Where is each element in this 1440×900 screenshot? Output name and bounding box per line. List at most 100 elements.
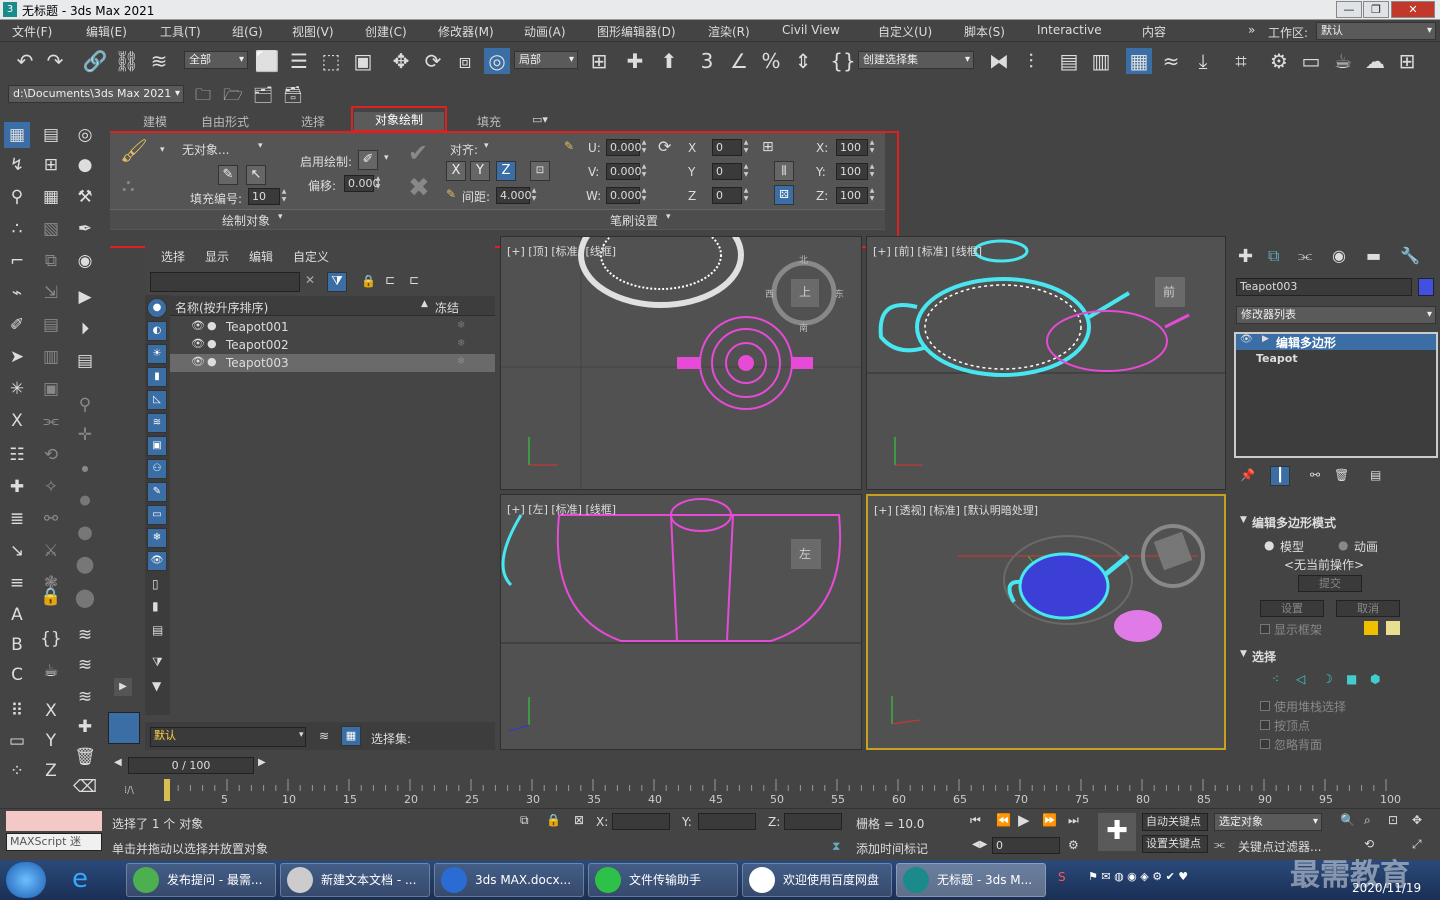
redo-icon[interactable]: ↷ (42, 48, 68, 74)
hierarchy-view-icon[interactable]: ⊏ (385, 273, 395, 287)
radio-animate[interactable]: ● (1338, 538, 1348, 552)
link-tool-icon[interactable]: ↯ (4, 152, 30, 178)
snap-tool-icon[interactable]: ⚲ (4, 184, 30, 210)
eye-icon[interactable]: 👁 (191, 337, 205, 350)
display-panel-icon[interactable]: ▬ (1366, 246, 1381, 265)
bind-spacewarp-icon[interactable]: ≋ (146, 48, 172, 74)
layers-toggle-icon[interactable]: ≋ (319, 729, 329, 743)
taskbar-item-notepad[interactable]: 新建文本文档 - ... (280, 863, 430, 897)
filter-xrefs-icon[interactable]: ⚇ (147, 459, 167, 479)
menu-graph-editors[interactable]: 图形编辑器(D) (597, 23, 676, 40)
chevron-right-icon[interactable]: » (1248, 23, 1255, 37)
curly-braces-icon[interactable]: {} (38, 626, 64, 652)
cage-color-swatch[interactable] (1364, 621, 1378, 635)
project-settings-icon[interactable]: 🗃 (280, 82, 306, 108)
menu-animation[interactable]: 动画(A) (524, 23, 566, 40)
dots-icon[interactable]: ⁘ (4, 758, 30, 784)
toggle-ribbon-icon[interactable]: ▥ (1088, 48, 1114, 74)
filter-bones-icon[interactable]: ✎ (147, 482, 167, 502)
taskbar-item-post[interactable]: 发布提问 - 最需... (126, 863, 276, 897)
clear-search-icon[interactable]: ✕ (305, 273, 315, 287)
freeze-icon[interactable]: ❄ (457, 338, 465, 349)
film-icon[interactable]: ▤ (72, 348, 98, 374)
filter-none-icon[interactable]: ▮ (152, 599, 159, 613)
explorer-search-input[interactable] (150, 272, 300, 292)
project-open-icon[interactable]: 🗁 (220, 82, 246, 108)
show-cage-checkbox[interactable] (1260, 624, 1270, 634)
cursor-tool-icon[interactable]: ➤ (4, 344, 30, 370)
radio-model[interactable]: ● (1264, 538, 1274, 552)
menu-create[interactable]: 创建(C) (365, 23, 407, 40)
pin-stack-icon[interactable]: 📌 (1240, 468, 1255, 482)
create-panel-icon[interactable]: ✚ (1238, 246, 1253, 267)
tray-s-icon[interactable]: S (1058, 870, 1066, 884)
maxscript-input[interactable]: MAXScript 迷 (6, 833, 102, 851)
align-icon[interactable]: ⫶ (1018, 48, 1044, 74)
knife-icon[interactable]: ⚔ (38, 538, 64, 564)
pointer-plus-icon[interactable]: ↘ (4, 538, 30, 564)
cage-selected-color-swatch[interactable] (1386, 621, 1400, 635)
named-selection-dropdown[interactable]: 创建选择集 (858, 51, 974, 69)
teapot001-label[interactable]: Teapot001 (226, 320, 289, 334)
key-filter-icon[interactable]: ⫘ (1214, 837, 1225, 852)
filter-spacewarps-icon[interactable]: ≋ (147, 413, 167, 433)
lock-explorer-icon[interactable]: 🔒 (361, 274, 376, 288)
star-icon[interactable]: ✧ (38, 474, 64, 500)
taskbar-item-word[interactable]: 3ds MAX.docx... (434, 863, 584, 897)
selection-lock-icon[interactable]: 🔒 (546, 813, 561, 827)
tab-modeling[interactable]: 建模 (140, 113, 170, 130)
hierarchy-panel-icon[interactable]: ⫘ (1298, 246, 1312, 266)
render-dot-icon[interactable]: ● (207, 319, 217, 332)
play-animation-icon[interactable]: ▶ (1018, 811, 1030, 829)
render-setup-icon[interactable]: ⚙ (1266, 48, 1292, 74)
motion-panel-icon[interactable]: ◉ (1332, 246, 1346, 265)
stack-remove-icon[interactable]: ⌫ (72, 774, 98, 800)
menu-modifiers[interactable]: 修改器(M) (438, 23, 494, 40)
select-mode-icon[interactable]: ▦ (4, 122, 30, 148)
hierarchy-icon[interactable]: ⊞ (38, 152, 64, 178)
select-object-icon[interactable]: ⬜ (254, 48, 280, 74)
stack-two-icon[interactable]: ≡ (4, 570, 30, 596)
track-bar[interactable]: 5 10 15 20 25 30 35 40 45 50 55 60 65 70 75 80 85 90 95 100 (162, 777, 1440, 807)
set-key-large-icon[interactable]: ✚ (1098, 813, 1136, 851)
table-row[interactable] (170, 354, 495, 372)
trash-icon[interactable]: 🗑 (72, 744, 98, 770)
unlink-icon[interactable]: ⛓ (114, 48, 140, 74)
coord-y-field[interactable] (698, 813, 756, 830)
pan-icon[interactable]: ✥ (1412, 813, 1422, 827)
filter-hidden-icon[interactable]: 👁 (147, 551, 167, 571)
taskbar-item-wechat[interactable]: 文件传输助手 (588, 863, 738, 897)
render-icon[interactable]: ☕ (1330, 48, 1356, 74)
stack-add-icon[interactable]: ✚ (72, 714, 98, 740)
menu-civil-view[interactable]: Civil View (782, 23, 840, 37)
layer-dropdown[interactable]: 默认 (150, 727, 306, 747)
configure-sets-icon[interactable]: ▤ (1370, 468, 1381, 482)
hammer-icon[interactable]: ⚒ (72, 184, 98, 210)
freeze-icon[interactable]: ❄ (457, 320, 465, 331)
globe-icon[interactable]: ◉ (72, 248, 98, 274)
snap-toggle-icon[interactable]: 3 (694, 48, 720, 74)
border-mode-icon[interactable]: ☽ (1322, 672, 1333, 686)
table-row[interactable] (170, 318, 495, 336)
freeform-icon[interactable]: ⌁ (4, 280, 30, 306)
graphite-icon[interactable]: ◎ (72, 122, 98, 148)
eye-icon[interactable]: 👁 (191, 355, 205, 368)
material-editor-icon[interactable]: ⌗ (1228, 48, 1254, 74)
zoom-extents-icon[interactable]: ⊡ (1388, 813, 1398, 827)
viewport-left[interactable]: [+] [左] [标准] [线框] 左 (500, 494, 862, 750)
play-square-icon[interactable]: ▶ (72, 284, 98, 310)
schematic-view-icon[interactable]: ⤓ (1190, 48, 1216, 74)
pen-icon[interactable]: ✒ (72, 216, 98, 242)
set-key-button[interactable]: 设置关键点 (1142, 835, 1208, 853)
rendered-frame-icon[interactable]: ▭ (1298, 48, 1324, 74)
viewport-front[interactable]: [+] [前] [标准] [线框] 前 (866, 236, 1226, 490)
utilities-panel-icon[interactable]: 🔧 (1400, 246, 1420, 265)
stack-icon[interactable]: ☷ (4, 442, 30, 468)
link-icon[interactable]: 🔗 (82, 48, 108, 74)
column-name-header[interactable]: 名称(按升序排序) (175, 299, 268, 316)
workspace-dropdown[interactable]: 默认 (1316, 22, 1436, 40)
viewport-left-label[interactable]: [+] [左] [标准] [线框] (507, 501, 616, 517)
filter-geometry-icon[interactable]: ● (147, 298, 167, 318)
move-tool-icon[interactable]: ⇲ (38, 280, 64, 306)
scene-explorer-icon[interactable]: ▦ (1126, 48, 1152, 74)
